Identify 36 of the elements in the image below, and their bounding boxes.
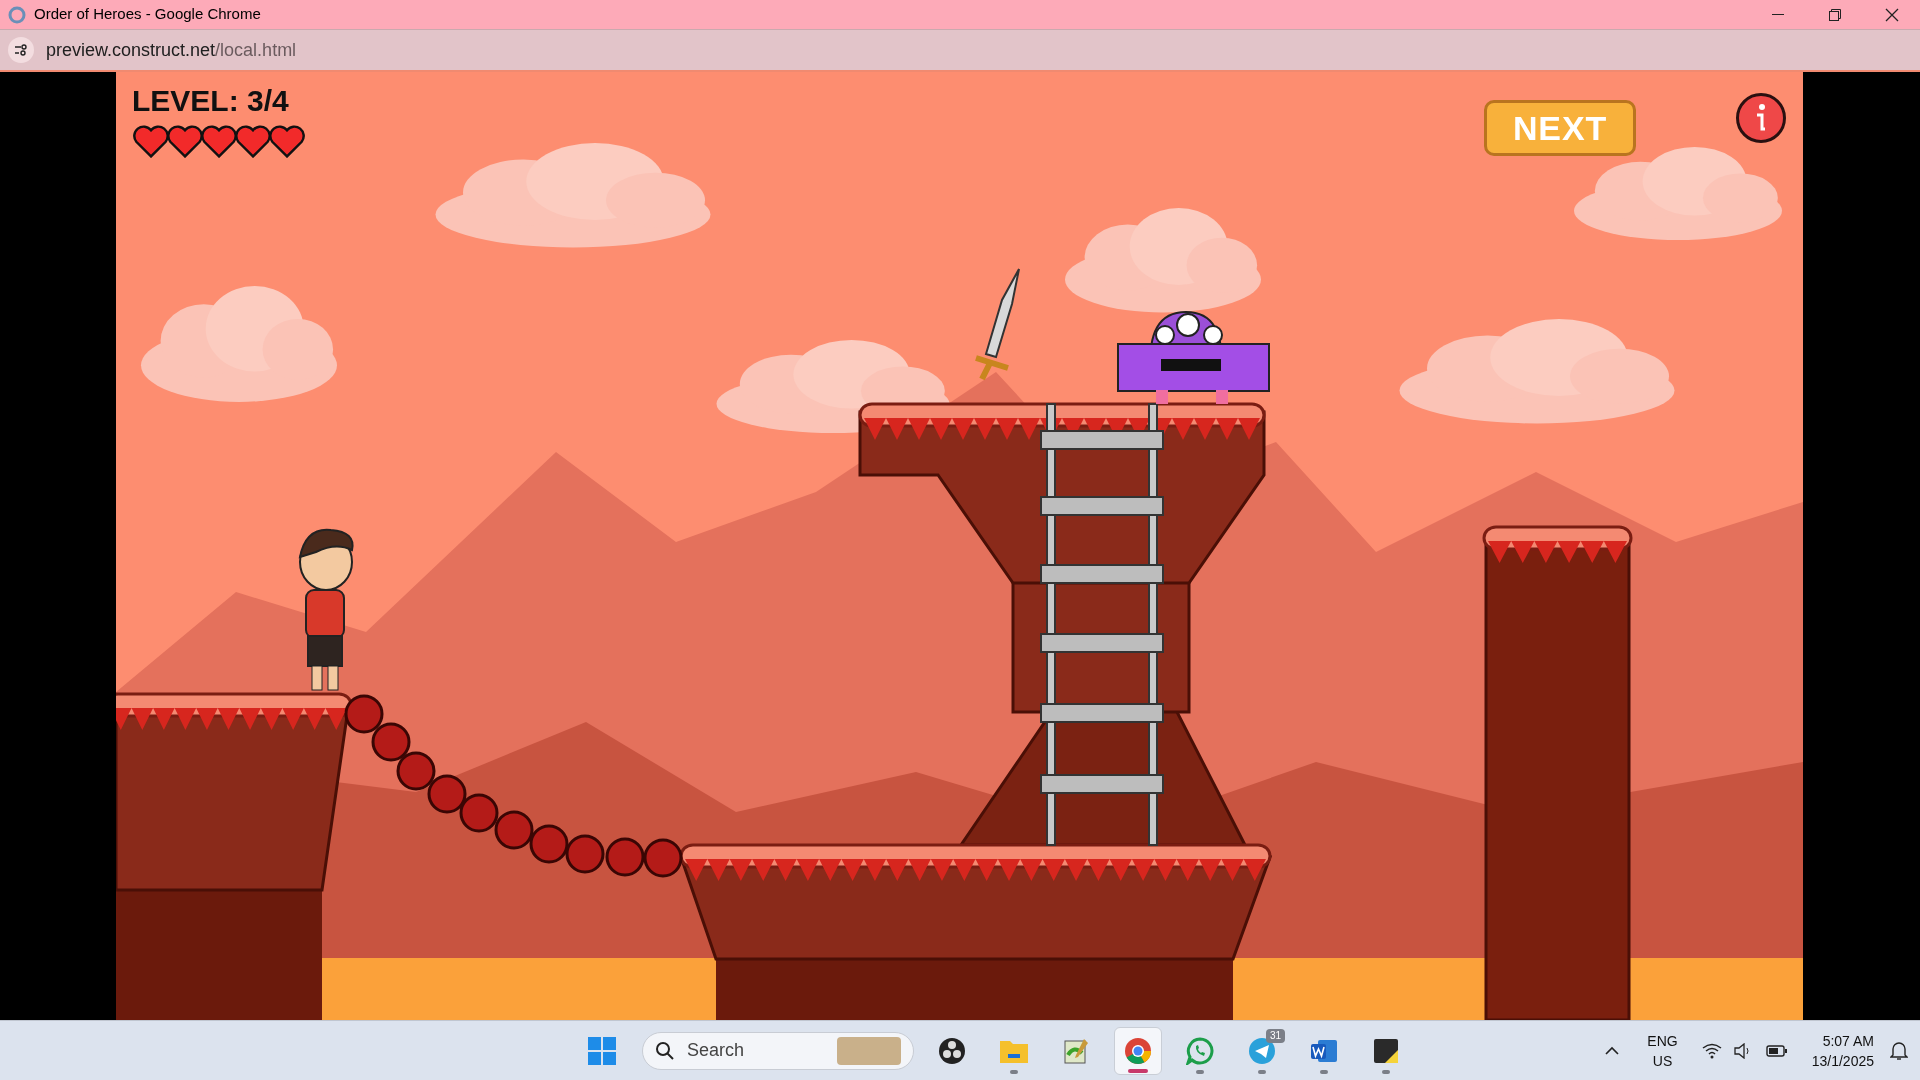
running-indicator — [1128, 1068, 1148, 1073]
chevron-up-icon[interactable] — [1605, 1045, 1620, 1056]
running-indicator — [1382, 1069, 1390, 1074]
running-indicator — [1196, 1069, 1204, 1074]
info-icon — [1754, 103, 1768, 133]
running-indicator — [1258, 1069, 1266, 1074]
windows-icon — [588, 1036, 616, 1065]
notification-badge: 31 — [1265, 1028, 1285, 1043]
search-field[interactable]: Search — [687, 1037, 807, 1064]
language-label[interactable]: ENG — [1647, 1030, 1678, 1051]
taskbar-app-button[interactable]: 31 — [1238, 1026, 1286, 1075]
close-icon — [1884, 7, 1899, 22]
url-text[interactable]: preview.construct.net/local.html — [46, 36, 297, 64]
level-label: LEVEL: 3/4 — [132, 86, 290, 116]
search-bar[interactable]: Search — [642, 1031, 914, 1070]
sliders-icon — [13, 42, 29, 58]
search-highlight-picture — [837, 1036, 901, 1065]
notification-bell-icon[interactable] — [1890, 1040, 1908, 1061]
running-indicator — [1320, 1069, 1328, 1074]
notepad-icon — [1062, 1036, 1090, 1065]
restore-icon — [1828, 8, 1841, 21]
chrome-icon — [1124, 1036, 1152, 1065]
running-indicator — [1010, 1069, 1018, 1074]
sticky-notes-icon — [1373, 1037, 1399, 1064]
region-label[interactable]: US — [1652, 1050, 1673, 1071]
window-title: Order of Heroes - Google Chrome — [34, 4, 261, 25]
search-icon — [655, 1040, 675, 1061]
wifi-icon[interactable] — [1701, 1042, 1722, 1059]
minimize-icon — [1771, 13, 1784, 16]
clock-date[interactable]: 13/1/2025 — [1811, 1050, 1874, 1071]
obs-icon — [938, 1036, 966, 1065]
site-settings-button[interactable] — [8, 37, 34, 63]
battery-icon[interactable] — [1765, 1043, 1788, 1058]
clock-time[interactable]: 5:07 AM — [1822, 1030, 1874, 1051]
whatsapp-icon — [1186, 1036, 1214, 1065]
construct-logo-icon — [8, 5, 26, 24]
